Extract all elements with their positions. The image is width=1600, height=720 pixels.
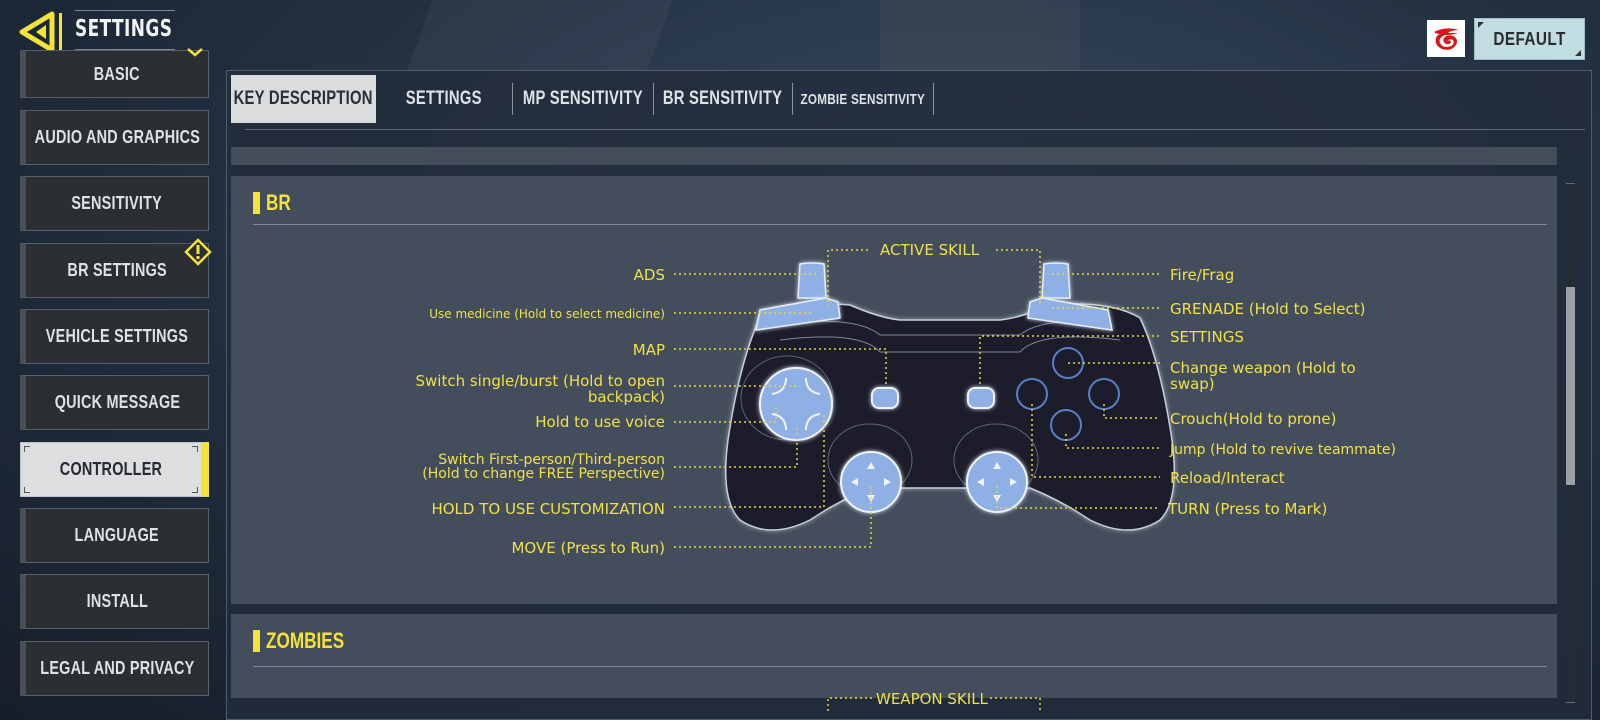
map-button (871, 387, 899, 409)
label-line: Change weapon (Hold to (1170, 359, 1356, 377)
label-line: swap) (1170, 375, 1215, 393)
controller-diagram (674, 249, 1176, 712)
label-settings: SETTINGS (1170, 328, 1244, 346)
label-hold-to-use-voice: Hold to use voice (535, 413, 665, 431)
label-active-skill: ACTIVE SKILL (880, 241, 980, 259)
label-weapon-skill: WEAPON SKILL (876, 690, 988, 708)
dpad (759, 367, 833, 441)
label-line: Switch First-person/Third-person (438, 452, 665, 468)
label-line: Switch single/burst (Hold to open (415, 372, 665, 390)
label-hold-to-use-customization: HOLD TO USE CUSTOMIZATION (431, 500, 665, 518)
settings-button (967, 387, 995, 409)
label-ads: ADS (633, 266, 665, 284)
label-map: MAP (632, 341, 665, 359)
label-use-medicine: Use medicine (Hold to select medicine) (429, 307, 665, 321)
label-grenade: GRENADE (Hold to Select) (1170, 300, 1366, 318)
label-turn: TURN (Press to Mark) (1168, 500, 1328, 518)
label-fire-frag: Fire/Frag (1170, 266, 1235, 284)
label-switch-perspective: Switch First-person/Third-person (Hold t… (422, 453, 665, 481)
label-switch-single-burst: Switch single/burst (Hold to open backpa… (415, 373, 665, 405)
label-change-weapon: Change weapon (Hold to swap) (1170, 360, 1356, 392)
label-line: backpack) (587, 388, 665, 406)
label-move: MOVE (Press to Run) (511, 539, 665, 557)
label-jump: Jump (Hold to revive teammate) (1170, 442, 1396, 458)
label-line: (Hold to change FREE Perspective) (422, 466, 665, 482)
label-reload-interact: Reload/Interact (1170, 469, 1285, 487)
right-trigger (1041, 262, 1071, 299)
scrollbar-thumb[interactable] (1566, 286, 1575, 485)
label-crouch: Crouch(Hold to prone) (1170, 410, 1337, 428)
left-trigger (797, 262, 827, 299)
